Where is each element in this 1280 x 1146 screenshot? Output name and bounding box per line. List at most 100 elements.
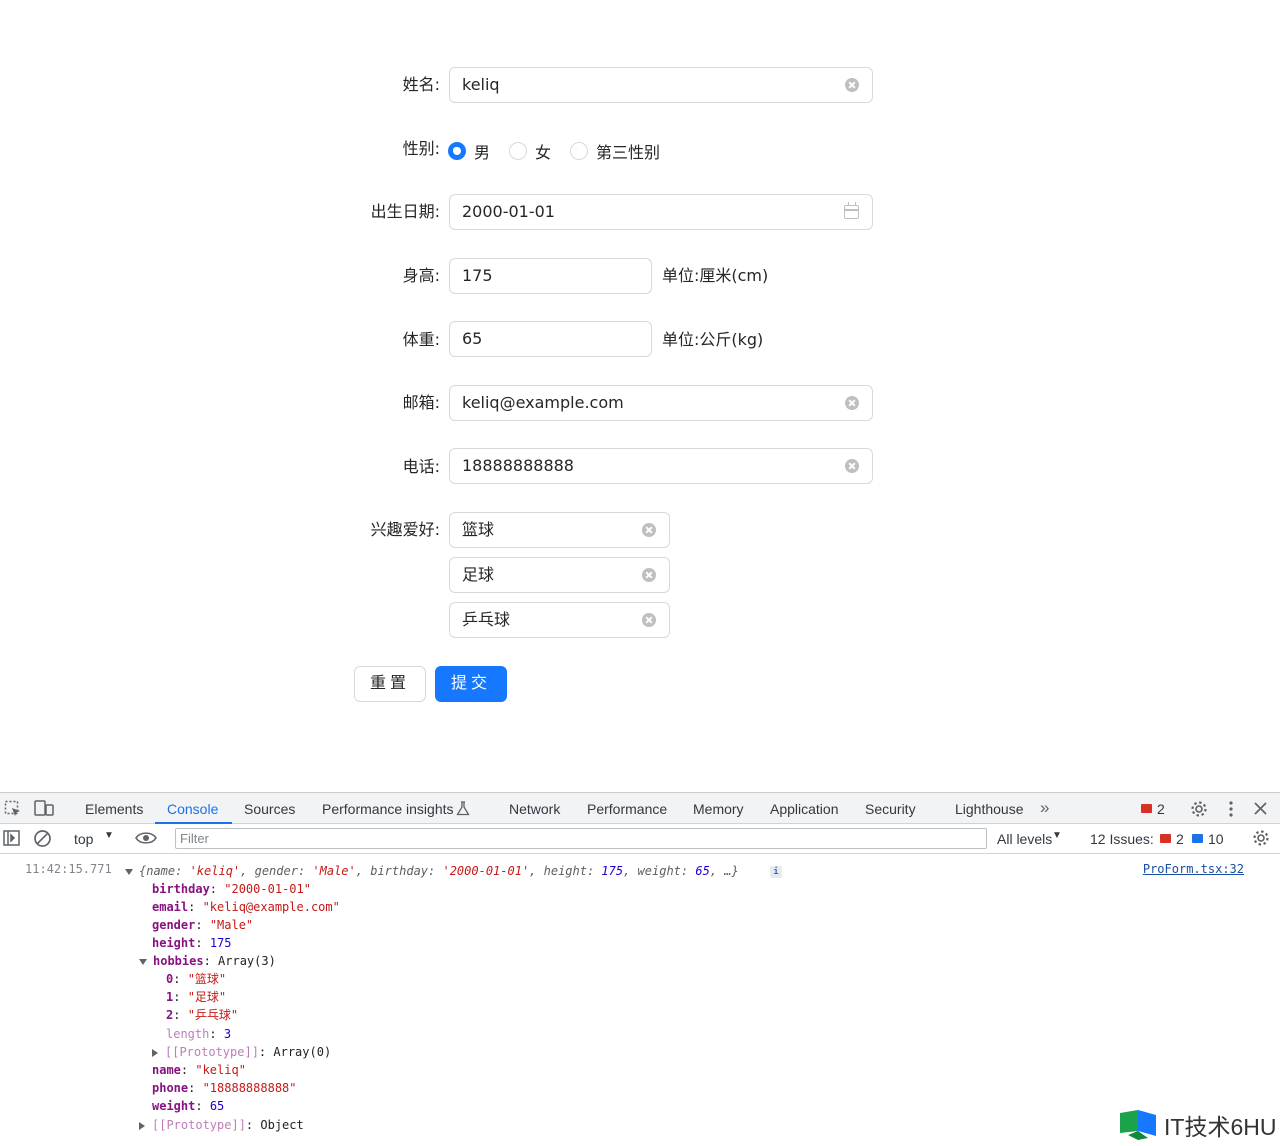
hobby-input[interactable]: 乒乓球	[449, 602, 670, 638]
watermark-logo-icon	[1120, 1110, 1156, 1140]
info-icon	[1192, 834, 1203, 843]
hobby-input[interactable]: 足球	[449, 557, 670, 593]
expand-triangle-icon[interactable]	[139, 958, 147, 965]
context-selector[interactable]: top	[74, 831, 93, 847]
weight-unit: 单位:公斤(kg)	[662, 330, 764, 349]
weight-value: 65	[462, 329, 483, 348]
weight-input[interactable]: 65	[449, 321, 652, 357]
prop-email: email: "keliq@example.com"	[152, 900, 340, 914]
more-tabs-icon[interactable]: »	[1040, 798, 1049, 818]
prop-phone: phone: "18888888888"	[152, 1081, 297, 1095]
issues-label[interactable]: 12 Issues:	[1090, 831, 1154, 847]
close-icon[interactable]	[1254, 802, 1267, 815]
source-link[interactable]: ProForm.tsx:32	[1143, 860, 1244, 878]
email-value: keliq@example.com	[462, 393, 624, 412]
submit-button[interactable]: 提交	[435, 666, 507, 702]
chevron-down-icon[interactable]: ▼	[1052, 830, 1062, 841]
expand-triangle-icon[interactable]	[152, 1048, 158, 1057]
tab-elements[interactable]: Elements	[85, 801, 143, 817]
console-output: 11:42:15.771 ProForm.tsx:32 {name: 'keli…	[0, 856, 1280, 1146]
radio-checked-icon	[448, 142, 466, 160]
name-input[interactable]: keliq	[449, 67, 873, 103]
radio-female[interactable]: 女	[509, 139, 551, 163]
watermark-text: IT技术6HU	[1164, 1114, 1277, 1140]
clear-icon[interactable]	[845, 396, 859, 410]
sidebar-toggle-icon[interactable]	[3, 830, 21, 847]
radio-male[interactable]: 男	[448, 139, 490, 163]
height-value: 175	[462, 266, 493, 285]
hobby-input[interactable]: 篮球	[449, 512, 670, 548]
console-toolbar: top ▼ Filter All levels ▼ 12 Issues: 2 1…	[0, 824, 1280, 854]
issues-info-count[interactable]: 10	[1208, 831, 1224, 847]
error-icon	[1160, 834, 1171, 843]
device-toolbar-icon[interactable]	[34, 800, 54, 818]
tab-performance[interactable]: Performance	[587, 801, 667, 817]
radio-third[interactable]: 第三性别	[570, 139, 660, 163]
hobby-value: 乒乓球	[462, 610, 511, 629]
prop-name: name: "keliq"	[152, 1063, 246, 1077]
height-label: 身高:	[402, 266, 440, 285]
clear-icon[interactable]	[642, 523, 656, 537]
radio-label-third: 第三性别	[596, 143, 661, 162]
radio-label-female: 女	[535, 143, 552, 162]
email-field[interactable]: keliq@example.com	[449, 385, 873, 421]
tab-sources[interactable]: Sources	[244, 801, 295, 817]
prop-object-prototype[interactable]: [[Prototype]]: Object	[139, 1116, 304, 1134]
clear-icon[interactable]	[642, 613, 656, 627]
chevron-down-icon[interactable]: ▼	[104, 830, 114, 841]
flask-icon	[456, 801, 470, 816]
birthday-picker[interactable]: 2000-01-01	[449, 194, 873, 230]
hobbies-label: 兴趣爱好:	[370, 520, 440, 539]
hobby-value: 篮球	[462, 520, 495, 539]
error-count[interactable]: 2	[1157, 801, 1165, 817]
prop-hobbies[interactable]: hobbies: Array(3)	[139, 952, 276, 970]
birthday-label: 出生日期:	[370, 202, 440, 221]
gear-icon[interactable]	[1190, 800, 1208, 818]
expand-triangle-icon[interactable]	[125, 868, 133, 875]
watermark: IT技术6HU	[1118, 1108, 1276, 1142]
hobby-value: 足球	[462, 565, 495, 584]
devtools-tabbar: Elements Console Sources Performance ins…	[0, 792, 1280, 824]
tab-performance-insights[interactable]: Performance insights	[322, 801, 454, 817]
clear-icon[interactable]	[845, 78, 859, 92]
phone-label: 电话:	[402, 457, 440, 476]
weight-label: 体重:	[402, 330, 440, 349]
prop-length: length: 3	[166, 1027, 232, 1041]
clear-console-icon[interactable]	[33, 829, 52, 848]
info-icon[interactable]: i	[770, 866, 782, 878]
birthday-value: 2000-01-01	[462, 202, 555, 221]
eye-icon[interactable]	[135, 830, 157, 846]
prop-height: height: 175	[152, 936, 232, 950]
tab-security[interactable]: Security	[865, 801, 916, 817]
tab-application[interactable]: Application	[770, 801, 839, 817]
reset-button[interactable]: 重置	[354, 666, 426, 702]
phone-value: 18888888888	[462, 456, 574, 475]
tab-memory[interactable]: Memory	[693, 801, 744, 817]
email-label: 邮箱:	[402, 393, 440, 412]
calendar-icon	[844, 202, 859, 219]
kebab-menu-icon[interactable]	[1228, 800, 1234, 818]
prop-birthday: birthday: "2000-01-01"	[152, 882, 311, 896]
expand-triangle-icon[interactable]	[139, 1121, 145, 1130]
tab-network[interactable]: Network	[509, 801, 560, 817]
tab-console[interactable]: Console	[167, 801, 218, 817]
radio-unchecked-icon	[509, 142, 527, 160]
tab-lighthouse[interactable]: Lighthouse	[955, 801, 1024, 817]
prop-array-prototype[interactable]: [[Prototype]]: Array(0)	[152, 1043, 331, 1061]
console-settings-icon[interactable]	[1252, 829, 1270, 847]
error-icon	[1141, 804, 1152, 813]
height-unit: 单位:厘米(cm)	[662, 266, 769, 285]
log-object-summary[interactable]: {name: 'keliq', gender: 'Male', birthday…	[125, 862, 739, 880]
clear-icon[interactable]	[642, 568, 656, 582]
filter-input[interactable]: Filter	[175, 828, 987, 849]
log-levels-dropdown[interactable]: All levels	[997, 831, 1052, 847]
radio-label-male: 男	[474, 143, 491, 162]
prop-hobby-2: 2: "乒乓球"	[166, 1008, 239, 1022]
clear-icon[interactable]	[845, 459, 859, 473]
name-value: keliq	[462, 75, 500, 94]
issues-error-count[interactable]: 2	[1176, 831, 1184, 847]
phone-field[interactable]: 18888888888	[449, 448, 873, 484]
inspect-element-icon[interactable]	[4, 800, 22, 818]
height-input[interactable]: 175	[449, 258, 652, 294]
radio-unchecked-icon	[570, 142, 588, 160]
